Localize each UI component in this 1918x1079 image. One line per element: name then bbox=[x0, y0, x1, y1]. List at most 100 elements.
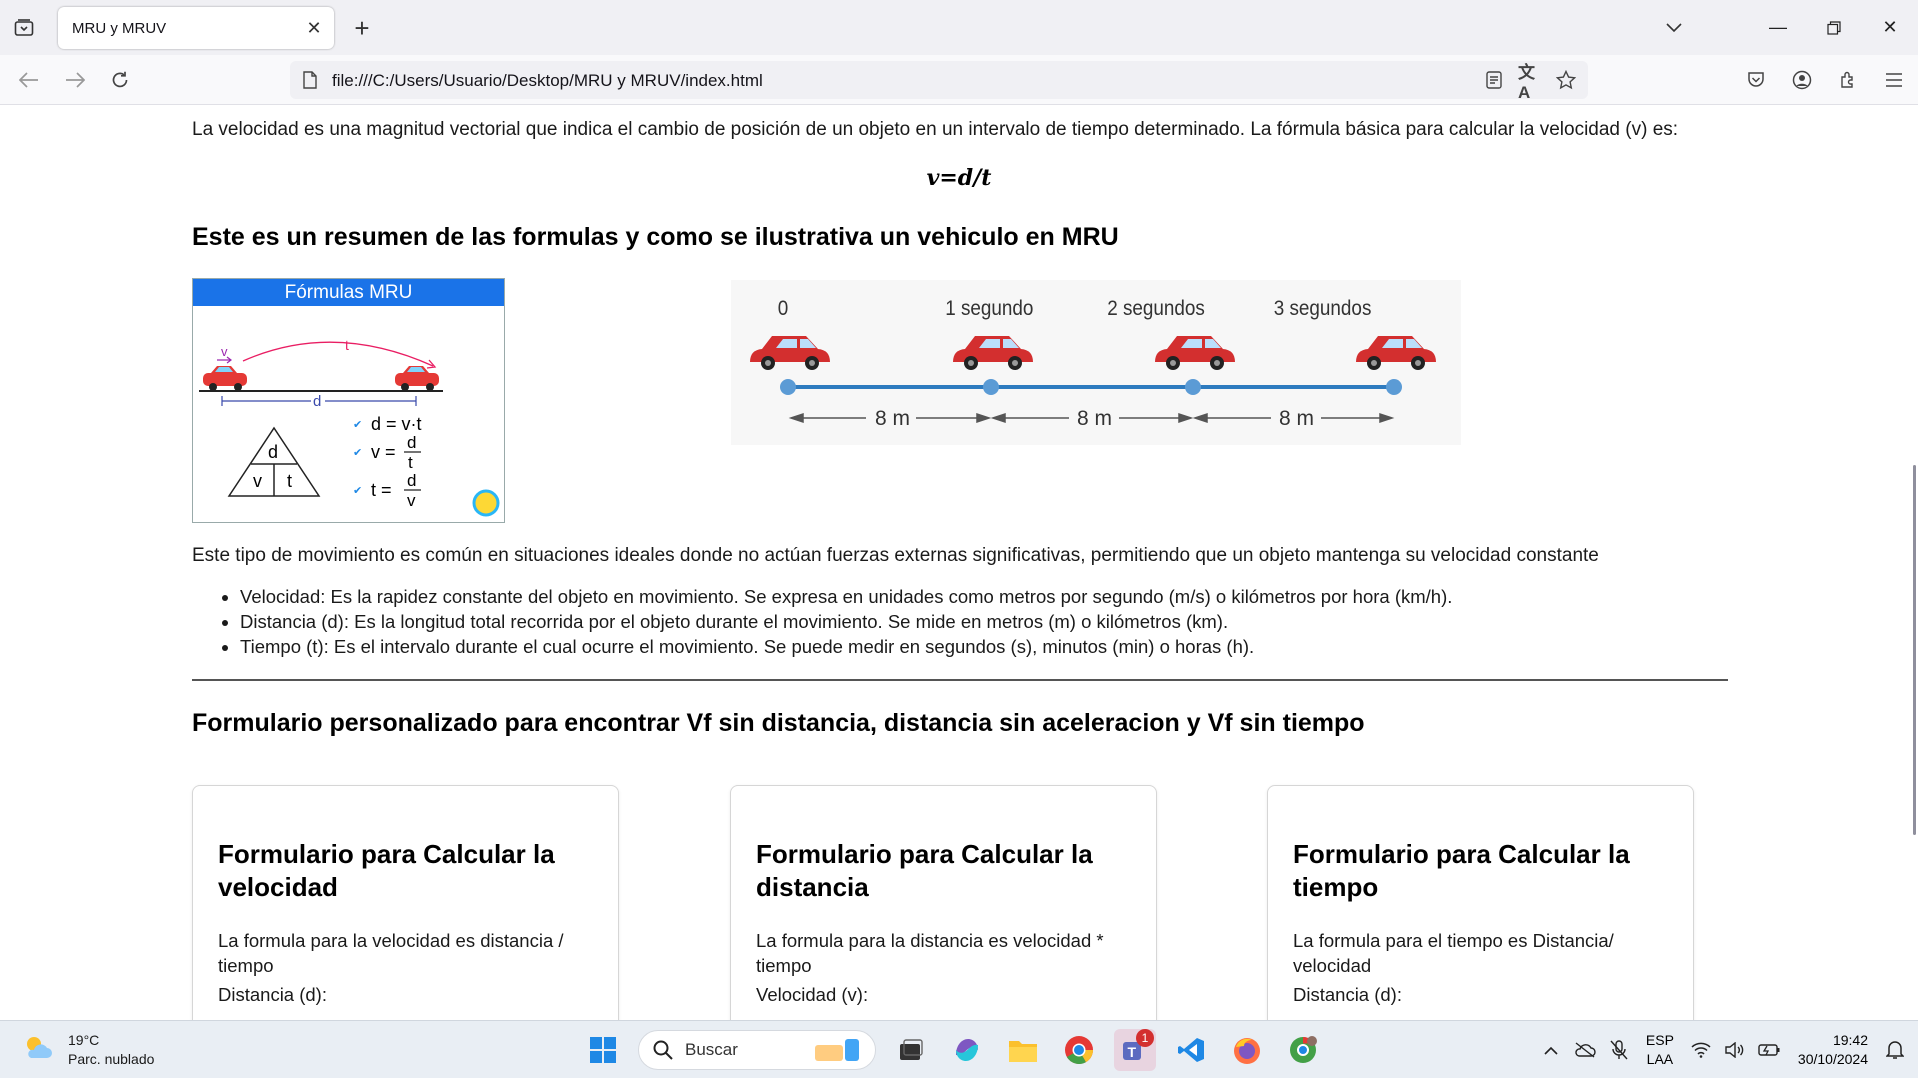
mate-movil-logo-icon bbox=[472, 489, 500, 517]
d-label: d bbox=[313, 393, 321, 410]
form-section-heading: Formulario personalizado para encontrar … bbox=[192, 709, 1365, 737]
road-label-3: 3 segundos bbox=[1274, 297, 1372, 320]
field-label: Velocidad (v): bbox=[756, 984, 869, 1005]
clock[interactable]: 19:42 30/10/2024 bbox=[1798, 1031, 1868, 1069]
formula-d: d = v·t bbox=[371, 414, 422, 434]
car-right-icon bbox=[395, 366, 439, 391]
search-placeholder: Buscar bbox=[685, 1040, 738, 1059]
intro-paragraph: La velocidad es una magnitud vectorial q… bbox=[192, 119, 1679, 140]
taskbar-search[interactable]: Buscar bbox=[638, 1030, 876, 1070]
wifi-icon[interactable] bbox=[1684, 1033, 1718, 1067]
weather-desc: Parc. nublado bbox=[68, 1051, 155, 1067]
firefox-icon[interactable] bbox=[1226, 1029, 1268, 1071]
svg-text:✔: ✔ bbox=[353, 485, 362, 497]
formula-t-num: d bbox=[407, 471, 416, 490]
car-icon bbox=[953, 336, 1033, 370]
bookmark-star-icon[interactable] bbox=[1554, 68, 1578, 92]
forward-arrow-icon[interactable] bbox=[60, 65, 90, 95]
taskbar: 19°C Parc. nublado Buscar T 1 ESP LAA 19… bbox=[0, 1020, 1918, 1078]
card-title: Formulario para Calcular la distancia bbox=[756, 839, 1093, 902]
card-description: La formula para la distancia es velocida… bbox=[756, 930, 1104, 976]
pocket-icon[interactable] bbox=[1744, 68, 1768, 92]
url-text: file:///C:/Users/Usuario/Desktop/MRU y M… bbox=[332, 71, 763, 90]
chevron-down-icon[interactable] bbox=[1660, 14, 1688, 42]
tab-bar: MRU y MRUV ✕ + — ✕ bbox=[0, 0, 1918, 55]
onedrive-off-icon[interactable] bbox=[1568, 1033, 1602, 1067]
vertical-scrollbar[interactable] bbox=[1908, 105, 1918, 1020]
volume-icon[interactable] bbox=[1718, 1033, 1752, 1067]
distance-label-3: 8 m bbox=[1279, 407, 1314, 430]
chevron-up-icon[interactable] bbox=[1534, 1033, 1568, 1067]
formulas-mru-image: Fórmulas MRU v t d d v t ✔ d = v·t ✔ v =… bbox=[192, 278, 505, 523]
battery-icon[interactable] bbox=[1752, 1033, 1786, 1067]
chrome-icon[interactable] bbox=[1058, 1029, 1100, 1071]
field-label: Distancia (d): bbox=[1293, 984, 1402, 1005]
mic-muted-icon[interactable] bbox=[1602, 1033, 1636, 1067]
file-explorer-icon[interactable] bbox=[1002, 1029, 1044, 1071]
input-language[interactable]: ESP LAA bbox=[1646, 1031, 1674, 1069]
card-description: La formula para el tiempo es Distancia/ … bbox=[1293, 930, 1614, 976]
clock-time: 19:42 bbox=[1832, 1032, 1868, 1048]
minimize-button[interactable]: — bbox=[1750, 0, 1806, 55]
card-description: La formula para la velocidad es distanci… bbox=[218, 930, 564, 976]
vscode-icon[interactable] bbox=[1170, 1029, 1212, 1071]
start-button[interactable] bbox=[582, 1029, 624, 1071]
keyboard-layout: LAA bbox=[1646, 1051, 1674, 1067]
tab-list-icon[interactable] bbox=[10, 14, 38, 42]
chrome-profile-icon[interactable] bbox=[1282, 1029, 1324, 1071]
list-item-tiempo: Tiempo (t): Es el intervalo durante el c… bbox=[240, 636, 1452, 661]
system-tray: ESP LAA 19:42 30/10/2024 bbox=[1534, 1021, 1918, 1079]
reload-icon[interactable] bbox=[105, 65, 135, 95]
close-window-button[interactable]: ✕ bbox=[1862, 0, 1918, 55]
browser-tab[interactable]: MRU y MRUV ✕ bbox=[58, 7, 334, 49]
search-highlight-icon bbox=[815, 1039, 859, 1061]
divider bbox=[192, 679, 1728, 681]
notifications-icon[interactable] bbox=[1878, 1033, 1912, 1067]
notification-badge: 1 bbox=[1136, 1029, 1154, 1047]
partly-cloudy-icon bbox=[27, 1037, 52, 1058]
copilot-icon[interactable] bbox=[946, 1029, 988, 1071]
close-tab-icon[interactable]: ✕ bbox=[304, 18, 324, 38]
velocity-formula: v=d/t bbox=[926, 165, 992, 191]
menu-icon[interactable] bbox=[1882, 68, 1906, 92]
extensions-icon[interactable] bbox=[1836, 68, 1860, 92]
road-label-1: 1 segundo bbox=[945, 297, 1033, 320]
restore-button[interactable] bbox=[1806, 0, 1862, 55]
language-code: ESP bbox=[1645, 1032, 1674, 1048]
card-title: Formulario para Calcular la velocidad bbox=[218, 839, 555, 902]
task-view-icon[interactable] bbox=[890, 1029, 932, 1071]
list-item-distancia: Distancia (d): Es la longitud total reco… bbox=[240, 611, 1452, 636]
navigation-toolbar: file:///C:/Users/Usuario/Desktop/MRU y M… bbox=[0, 55, 1918, 105]
formula-v-num: d bbox=[407, 433, 416, 452]
tab-title: MRU y MRUV bbox=[72, 19, 167, 37]
time-form-card: Formulario para Calcular la tiempo La fo… bbox=[1267, 785, 1694, 1020]
search-icon bbox=[653, 1040, 673, 1060]
velocity-form-card: Formulario para Calcular la velocidad La… bbox=[192, 785, 619, 1020]
page-icon bbox=[300, 70, 320, 90]
list-item-velocidad: Velocidad: Es la rapidez constante del o… bbox=[240, 586, 1452, 611]
back-arrow-icon[interactable] bbox=[14, 65, 44, 95]
formulas-card-title: Fórmulas MRU bbox=[193, 279, 504, 306]
mru-road-image: 0 1 segundo 2 segundos 3 segundos 8 m 8 … bbox=[731, 280, 1461, 445]
car-icon bbox=[1155, 336, 1235, 370]
distance-label-1: 8 m bbox=[875, 407, 910, 430]
new-tab-button[interactable]: + bbox=[348, 13, 376, 43]
definitions-list: Velocidad: Es la rapidez constante del o… bbox=[240, 586, 1452, 661]
svg-text:✔: ✔ bbox=[353, 447, 362, 459]
reader-view-icon[interactable] bbox=[1482, 68, 1506, 92]
formulas-diagram: v t d d v t ✔ d = v·t ✔ v = d t ✔ t = d … bbox=[199, 337, 500, 517]
weather-widget[interactable]: 19°C Parc. nublado bbox=[22, 1031, 154, 1069]
svg-text:T: T bbox=[1128, 1044, 1137, 1060]
account-icon[interactable] bbox=[1790, 68, 1814, 92]
road-label-2: 2 segundos bbox=[1107, 297, 1205, 320]
formula-v-den: t bbox=[408, 453, 413, 472]
scrollbar-thumb[interactable] bbox=[1913, 465, 1916, 835]
distance-label-2: 8 m bbox=[1077, 407, 1112, 430]
page-viewport: La velocidad es una magnitud vectorial q… bbox=[0, 105, 1918, 1020]
svg-text:✔: ✔ bbox=[353, 419, 362, 431]
weather-temp: 19°C bbox=[68, 1032, 100, 1048]
address-bar[interactable]: file:///C:/Users/Usuario/Desktop/MRU y M… bbox=[290, 61, 1588, 102]
translate-icon[interactable]: 文A bbox=[1518, 63, 1542, 102]
teams-icon[interactable]: T 1 bbox=[1114, 1029, 1156, 1071]
car-icon bbox=[750, 336, 830, 370]
